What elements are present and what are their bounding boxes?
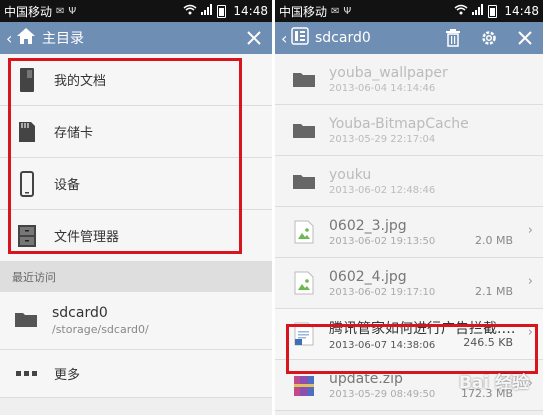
menu-item-file-manager[interactable]: 文件管理器 xyxy=(0,210,272,262)
status-bar: 中国移动 ✉ Ψ 14:48 xyxy=(275,0,543,22)
chevron-right-icon[interactable]: › xyxy=(528,325,533,340)
usb-icon: Ψ xyxy=(68,5,77,17)
document-icon xyxy=(14,67,40,93)
recent-item-path: /storage/sdcard0/ xyxy=(52,323,149,336)
file-size: 246.5 KB xyxy=(463,336,513,349)
file-name: Youba-BitmapCache xyxy=(329,115,469,132)
menu-item-device[interactable]: 设备 xyxy=(0,158,272,210)
wifi-icon xyxy=(183,4,197,18)
carrier-label: 中国移动 xyxy=(279,4,328,19)
clock: 14:48 xyxy=(233,4,268,18)
message-icon: ✉ xyxy=(331,5,340,17)
file-date: 2013-06-04 14:14:46 xyxy=(329,82,436,94)
folder-icon xyxy=(14,310,38,332)
file-row-document[interactable]: 腾讯管家如何进行广告拦截.d... 2013-06-07 14:38:06 24… xyxy=(275,309,543,360)
file-row-folder[interactable]: Youba-BitmapCache 2013-05-29 22:17:04 xyxy=(275,105,543,156)
recent-section-header: 最近访问 xyxy=(0,262,272,292)
image-file-icon xyxy=(291,220,317,244)
file-cabinet-icon xyxy=(14,224,40,248)
file-date: 2013-06-02 12:48:46 xyxy=(329,184,436,196)
menu-label: 我的文档 xyxy=(54,74,107,89)
chevron-right-icon[interactable]: › xyxy=(528,274,533,289)
menu-label: 设备 xyxy=(54,178,81,193)
phone-device-icon xyxy=(14,170,40,197)
back-chevron-icon[interactable]: ‹ xyxy=(281,29,291,48)
gear-icon[interactable] xyxy=(477,26,501,50)
menu-item-my-documents[interactable]: 我的文档 xyxy=(0,54,272,106)
file-name: 0602_3.jpg xyxy=(329,217,407,234)
clock: 14:48 xyxy=(504,4,539,18)
zip-archive-icon xyxy=(291,373,317,397)
battery-icon xyxy=(488,4,498,18)
file-name: youku xyxy=(329,166,372,183)
title-bar: ‹ 主目录 xyxy=(0,22,272,54)
page-title: sdcard0 xyxy=(315,30,371,46)
trash-icon[interactable] xyxy=(441,26,465,50)
file-name: 腾讯管家如何进行广告拦截.d... xyxy=(329,320,517,337)
page-title: 主目录 xyxy=(42,31,84,47)
battery-icon xyxy=(217,4,227,18)
wifi-icon xyxy=(454,4,468,18)
image-file-icon xyxy=(291,271,317,295)
more-item[interactable]: 更多 xyxy=(0,350,272,398)
file-name: youba_wallpaper xyxy=(329,64,448,81)
left-phone-screen: 中国移动 ✉ Ψ 14:48 ‹ 主目录 我的文档 存储卡 设备 文件管理器 最… xyxy=(0,0,272,415)
status-right-group: 14:48 xyxy=(183,4,268,18)
message-icon: ✉ xyxy=(56,5,65,17)
carrier-label: 中国移动 xyxy=(4,4,53,19)
recent-item-name: sdcard0 xyxy=(52,305,108,321)
menu-label: 存储卡 xyxy=(54,126,94,141)
close-icon[interactable] xyxy=(242,26,266,50)
title-bar: ‹ sdcard0 xyxy=(275,22,543,54)
sd-card-icon xyxy=(14,121,40,143)
menu-label: 文件管理器 xyxy=(54,230,120,245)
storage-icon[interactable] xyxy=(291,27,309,49)
baidu-watermark: Bai 经验 xyxy=(458,373,529,393)
back-chevron-icon[interactable]: ‹ xyxy=(6,29,16,48)
file-date: 2013-05-29 22:17:04 xyxy=(329,133,436,145)
file-name: 0602_4.jpg xyxy=(329,268,407,285)
usb-icon: Ψ xyxy=(343,5,352,17)
signal-icon xyxy=(472,4,484,18)
folder-icon xyxy=(291,70,317,88)
file-size: 2.0 MB xyxy=(474,234,513,247)
file-row-image[interactable]: 0602_3.jpg 2013-06-02 19:13:50 2.0 MB › xyxy=(275,207,543,258)
folder-icon xyxy=(291,121,317,139)
home-icon[interactable] xyxy=(16,27,36,49)
more-dots-icon xyxy=(14,370,40,377)
status-bar: 中国移动 ✉ Ψ 14:48 xyxy=(0,0,272,22)
file-row-folder[interactable]: youku 2013-06-02 12:48:46 xyxy=(275,156,543,207)
file-row-image[interactable]: 0602_4.jpg 2013-06-02 19:17:10 2.1 MB › xyxy=(275,258,543,309)
file-size: 2.1 MB xyxy=(474,285,513,298)
signal-icon xyxy=(201,4,213,18)
screenshot-stage: 中国移动 ✉ Ψ 14:48 ‹ 主目录 我的文档 存储卡 设备 文件管理器 最… xyxy=(0,0,543,415)
file-list: youba_wallpaper 2013-06-04 14:14:46 Youb… xyxy=(275,54,543,411)
more-label: 更多 xyxy=(54,368,81,383)
home-menu-list: 我的文档 存储卡 设备 文件管理器 最近访问 sdcard0 /storage/… xyxy=(0,54,272,398)
chevron-right-icon[interactable]: › xyxy=(528,223,533,238)
recent-item-sdcard0[interactable]: sdcard0 /storage/sdcard0/ xyxy=(0,292,272,350)
menu-item-sd-card[interactable]: 存储卡 xyxy=(0,106,272,158)
folder-icon xyxy=(291,172,317,190)
file-row-folder[interactable]: youba_wallpaper 2013-06-04 14:14:46 xyxy=(275,54,543,105)
right-phone-screen: 中国移动 ✉ Ψ 14:48 ‹ sdcard0 youba_wallpaper… xyxy=(275,0,543,415)
close-icon[interactable] xyxy=(513,26,537,50)
word-document-icon xyxy=(291,322,317,346)
status-right-group: 14:48 xyxy=(454,4,539,18)
